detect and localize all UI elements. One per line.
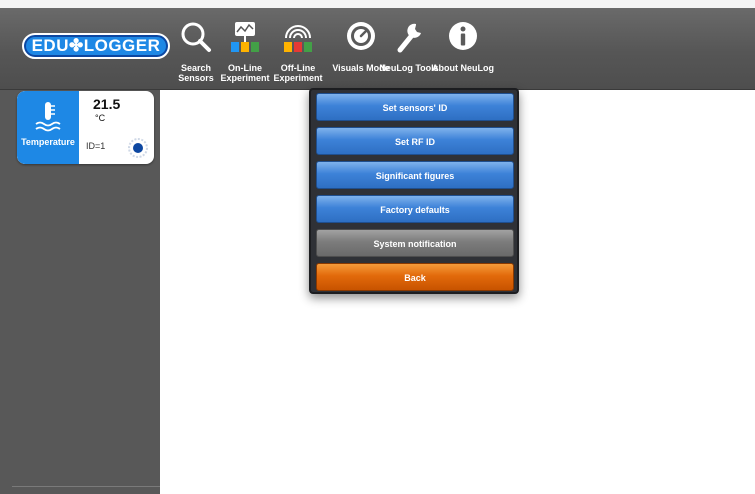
edu-logger-logo: EDU✤LOGGER	[22, 33, 170, 59]
sensor-name: Temperature	[21, 137, 75, 147]
gauge-icon	[347, 22, 375, 50]
offline-experiment-icon	[284, 25, 312, 52]
neulog-tools-button[interactable]: NeuLog Tools	[378, 16, 440, 96]
sensor-card-temperature[interactable]: Temperature 21.5 °C ID=1	[17, 91, 154, 164]
significant-figures-button[interactable]: Significant figures	[316, 161, 514, 189]
sensor-value: 21.5	[93, 96, 121, 112]
toolbar: EDU✤LOGGER Search Sensors On-Line Experi…	[0, 8, 755, 90]
offline-experiment-button[interactable]: Off-Line Experiment	[267, 16, 329, 96]
thermometer-icon	[35, 102, 61, 132]
sidebar-divider	[12, 486, 160, 487]
online-experiment-icon	[231, 22, 259, 52]
window-top-strip	[0, 0, 755, 8]
about-neulog-label: About NeuLog	[432, 63, 494, 73]
info-icon	[449, 22, 477, 50]
set-rf-id-button[interactable]: Set RF ID	[316, 127, 514, 155]
wrench-icon	[397, 23, 421, 53]
sensor-id: ID=1	[86, 141, 106, 151]
system-notification-button[interactable]: System notification	[316, 229, 514, 257]
sensor-unit: °C	[95, 113, 106, 123]
set-sensors-id-button[interactable]: Set sensors' ID	[316, 93, 514, 121]
about-neulog-button[interactable]: About NeuLog	[432, 16, 494, 96]
back-button[interactable]: Back	[316, 263, 514, 291]
neulog-tools-menu: Set sensors' ID Set RF ID Significant fi…	[309, 88, 519, 294]
offline-experiment-label: Off-Line Experiment	[273, 63, 323, 83]
sensor-tile: Temperature	[17, 91, 79, 164]
factory-defaults-button[interactable]: Factory defaults	[316, 195, 514, 223]
magnifier-icon	[181, 22, 211, 52]
neulog-tools-label: NeuLog Tools	[379, 63, 439, 73]
sensor-settings-icon[interactable]	[128, 138, 148, 158]
